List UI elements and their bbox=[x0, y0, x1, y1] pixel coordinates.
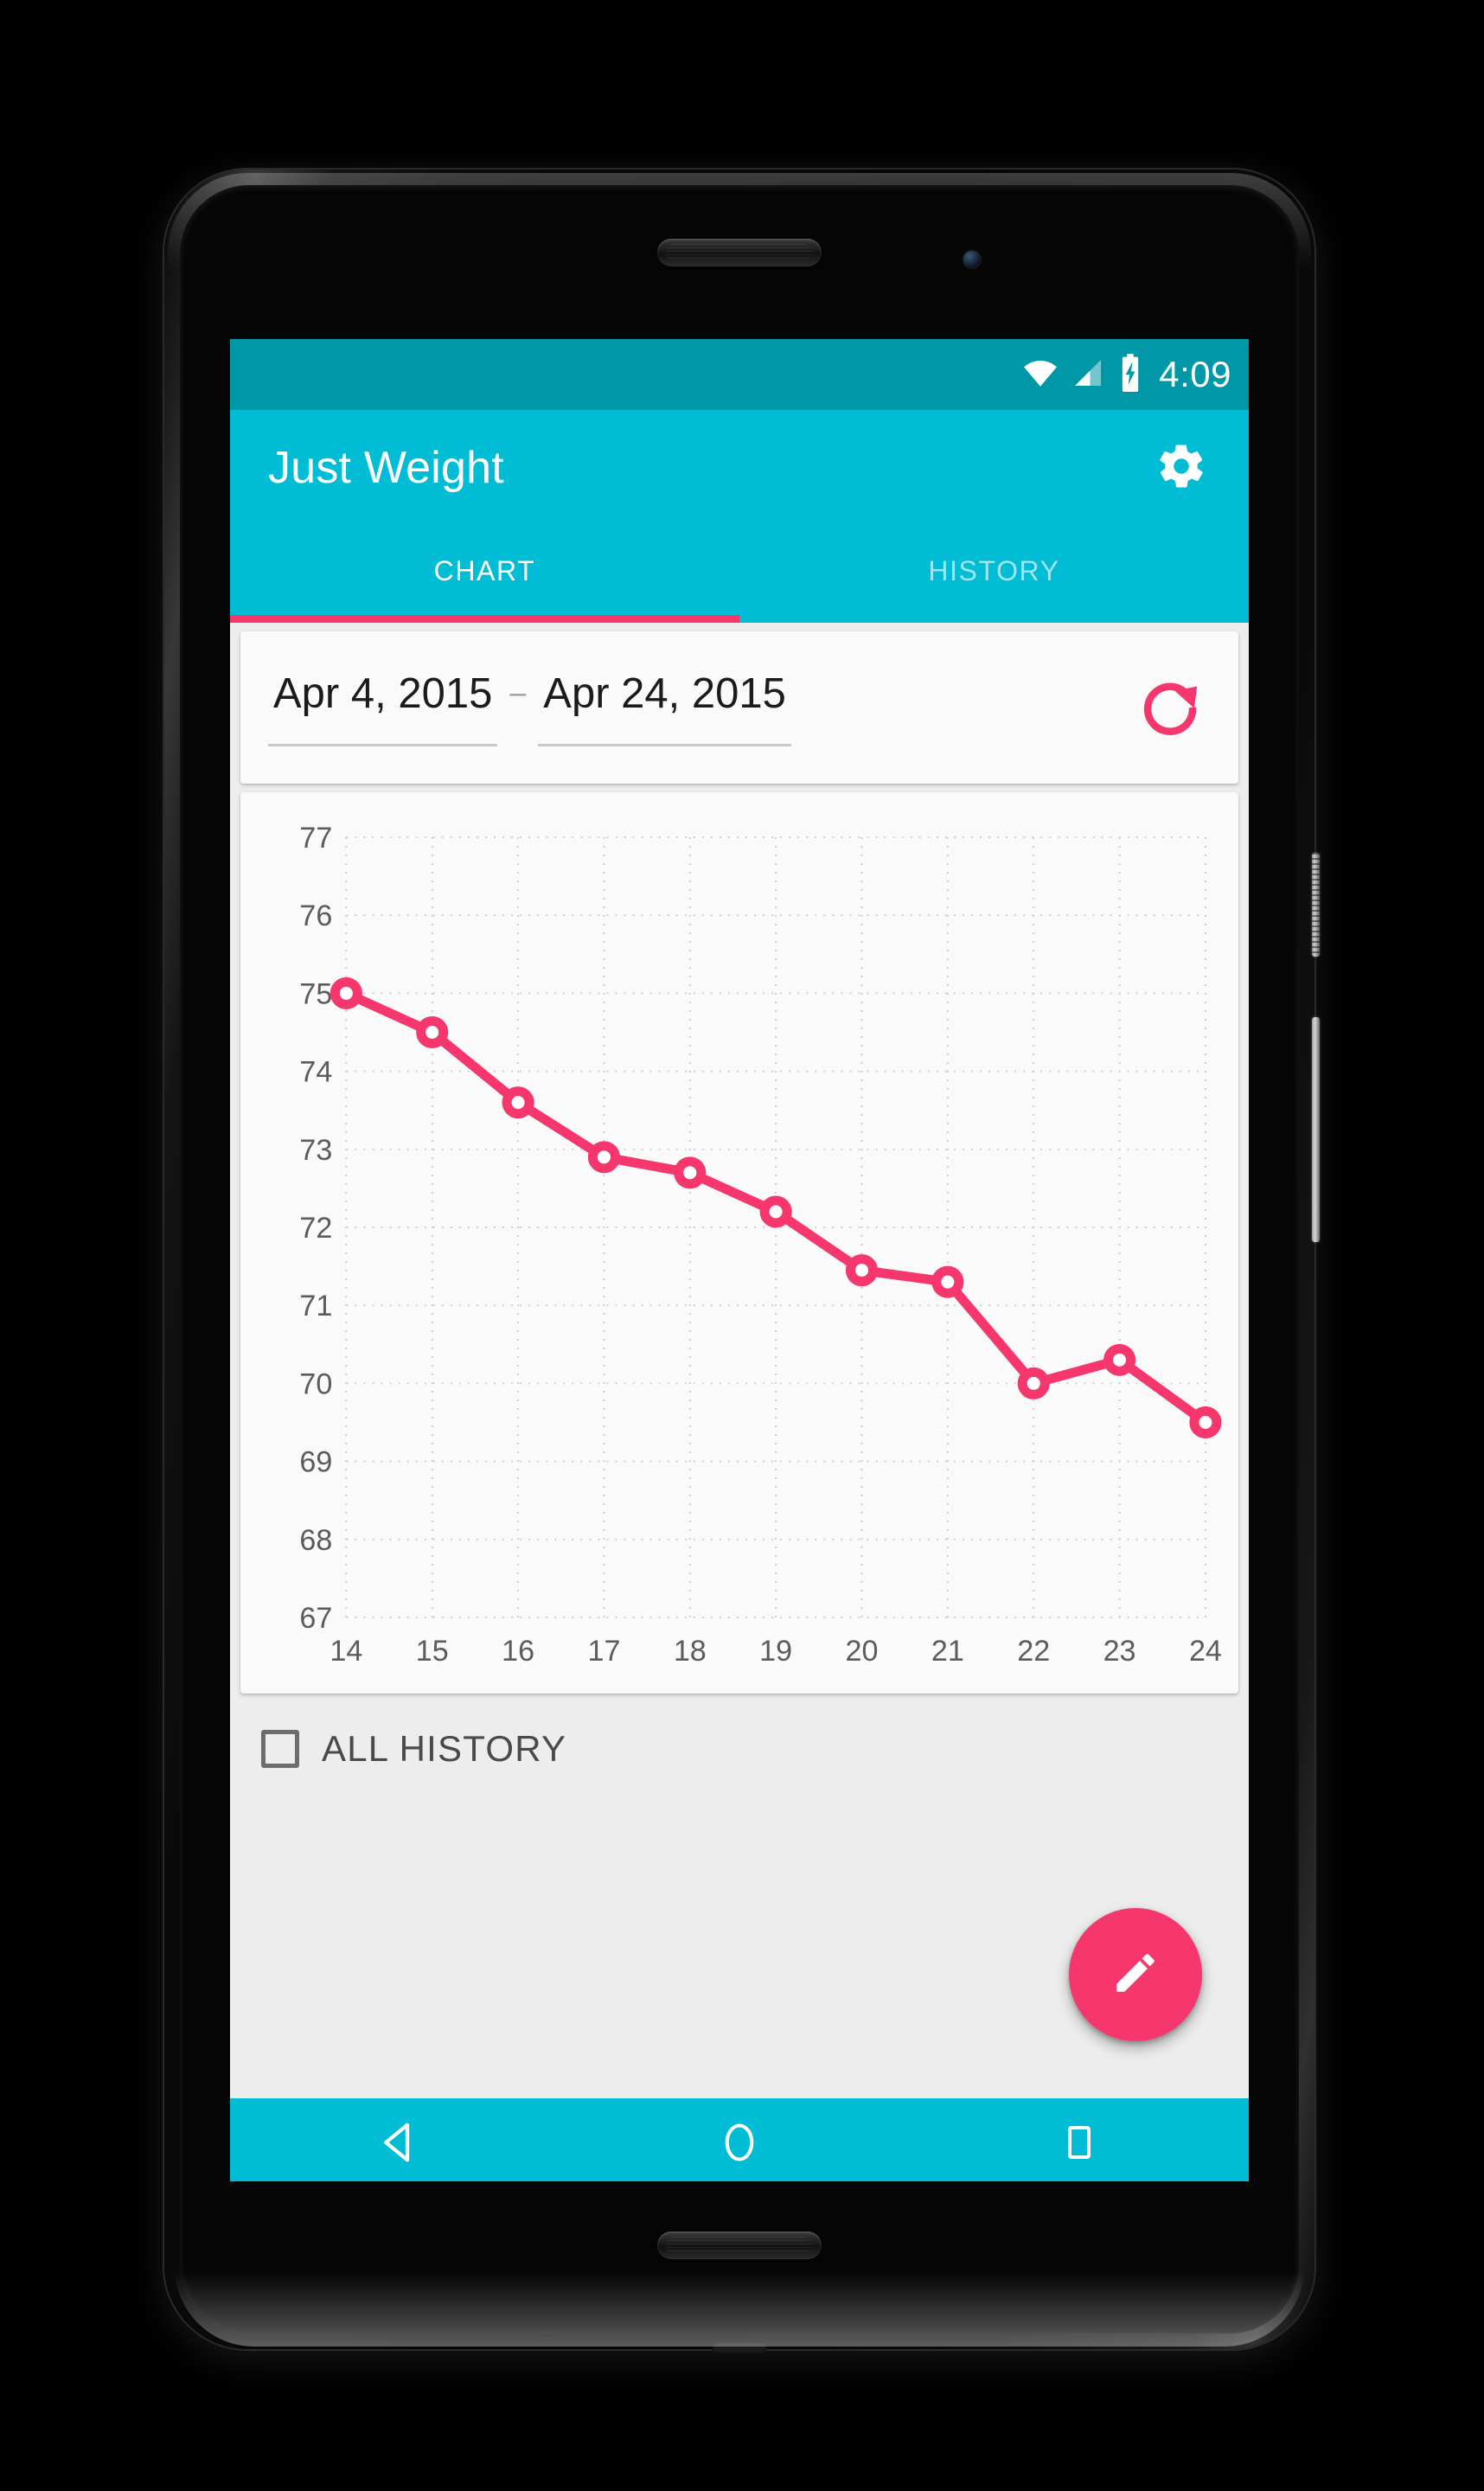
nav-recents-button[interactable] bbox=[1014, 2098, 1144, 2181]
end-date-field[interactable]: Apr 24, 2015 bbox=[538, 669, 791, 746]
all-history-label: ALL HISTORY bbox=[322, 1728, 567, 1769]
svg-text:70: 70 bbox=[299, 1367, 332, 1400]
status-bar: 4:09 bbox=[230, 339, 1249, 410]
svg-text:73: 73 bbox=[299, 1134, 332, 1167]
svg-text:72: 72 bbox=[299, 1212, 332, 1245]
svg-text:23: 23 bbox=[1103, 1635, 1136, 1668]
start-date-field[interactable]: Apr 4, 2015 bbox=[268, 669, 498, 746]
svg-text:22: 22 bbox=[1017, 1635, 1050, 1668]
svg-text:21: 21 bbox=[931, 1635, 964, 1668]
nav-back-button[interactable] bbox=[335, 2098, 464, 2181]
battery-charging-icon bbox=[1117, 353, 1143, 396]
home-circle-icon bbox=[717, 2120, 762, 2169]
svg-text:68: 68 bbox=[299, 1524, 332, 1557]
front-camera-icon bbox=[963, 251, 981, 268]
main-content: Apr 4, 2015 – Apr 24, 2015 77 76 75 74 7… bbox=[230, 631, 1249, 2098]
svg-text:17: 17 bbox=[587, 1635, 620, 1668]
start-date-value: Apr 4, 2015 bbox=[273, 669, 493, 717]
svg-text:14: 14 bbox=[329, 1635, 362, 1668]
app-bar: Just Weight bbox=[230, 410, 1249, 526]
nav-home-button[interactable] bbox=[675, 2098, 804, 2181]
svg-text:75: 75 bbox=[299, 977, 332, 1010]
reset-range-button[interactable] bbox=[1131, 669, 1209, 746]
power-button[interactable] bbox=[1312, 853, 1320, 957]
svg-text:18: 18 bbox=[674, 1635, 707, 1668]
gear-icon bbox=[1155, 440, 1207, 496]
phone-screen: 4:09 Just Weight CHART HISTORY Apr 4, 20… bbox=[230, 339, 1249, 2181]
svg-text:76: 76 bbox=[299, 900, 332, 932]
tab-bar: CHART HISTORY bbox=[230, 526, 1249, 623]
page-title: Just Weight bbox=[268, 443, 504, 493]
recents-square-icon bbox=[1059, 2122, 1100, 2168]
cellular-signal-icon bbox=[1071, 355, 1105, 394]
wifi-icon bbox=[1022, 355, 1059, 395]
date-range-separator: – bbox=[509, 676, 527, 709]
tab-history[interactable]: HISTORY bbox=[739, 526, 1249, 623]
svg-text:15: 15 bbox=[416, 1635, 449, 1668]
refresh-icon bbox=[1136, 672, 1204, 744]
svg-text:74: 74 bbox=[299, 1056, 332, 1089]
weight-chart-card[interactable]: 77 76 75 74 73 72 71 70 69 68 67 14 15 16 17 18 19 20 21 2… bbox=[240, 792, 1238, 1694]
pencil-icon bbox=[1110, 1948, 1161, 2002]
tab-indicator bbox=[230, 615, 739, 623]
chart-y-axis-labels: 77 76 75 74 73 72 71 70 69 68 67 bbox=[299, 822, 332, 1635]
add-entry-fab[interactable] bbox=[1069, 1908, 1202, 2041]
start-date-underline bbox=[268, 743, 498, 746]
weight-line-chart: 77 76 75 74 73 72 71 70 69 68 67 14 15 16 17 18 19 20 21 2… bbox=[299, 822, 1222, 1668]
date-range-card: Apr 4, 2015 – Apr 24, 2015 bbox=[240, 631, 1238, 784]
usb-port bbox=[713, 2342, 766, 2353]
svg-text:24: 24 bbox=[1189, 1635, 1222, 1668]
all-history-row[interactable]: ALL HISTORY bbox=[230, 1702, 1249, 1770]
svg-text:77: 77 bbox=[299, 822, 332, 855]
end-date-value: Apr 24, 2015 bbox=[543, 669, 786, 717]
svg-text:71: 71 bbox=[299, 1290, 332, 1322]
svg-text:20: 20 bbox=[846, 1635, 879, 1668]
svg-text:67: 67 bbox=[299, 1602, 332, 1635]
chart-x-axis-labels: 14 15 16 17 18 19 20 21 22 23 24 bbox=[329, 1635, 1221, 1668]
back-triangle-icon bbox=[376, 2119, 423, 2170]
svg-text:69: 69 bbox=[299, 1446, 332, 1479]
svg-text:19: 19 bbox=[759, 1635, 792, 1668]
end-date-underline bbox=[538, 743, 791, 746]
earpiece-speaker bbox=[657, 239, 822, 266]
svg-text:16: 16 bbox=[502, 1635, 534, 1668]
all-history-checkbox[interactable] bbox=[261, 1730, 299, 1768]
tab-chart[interactable]: CHART bbox=[230, 526, 739, 623]
settings-button[interactable] bbox=[1150, 437, 1212, 499]
bottom-speaker bbox=[657, 2232, 822, 2259]
volume-button[interactable] bbox=[1312, 1017, 1320, 1242]
android-navigation-bar bbox=[230, 2098, 1249, 2181]
status-bar-clock: 4:09 bbox=[1159, 354, 1231, 394]
